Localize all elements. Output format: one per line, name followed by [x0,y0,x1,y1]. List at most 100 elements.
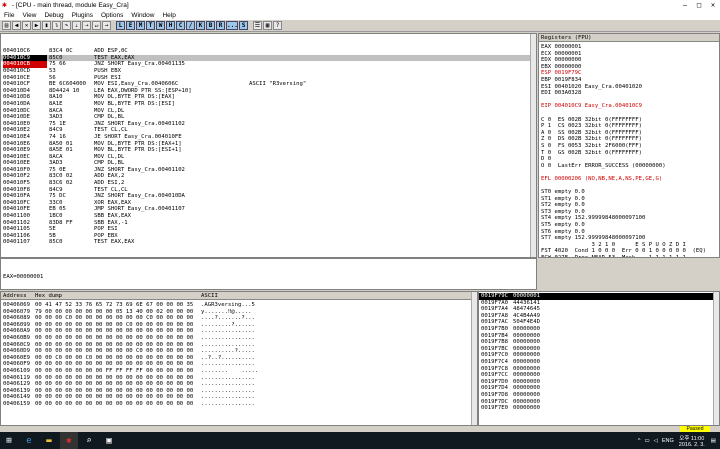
ollydbg-taskbar-icon[interactable]: ✱ [60,432,78,449]
toolbar-btn-handles[interactable]: H [166,21,175,30]
dump-row[interactable]: 00406159 00 00 00 00 00 00 00 00 00 00 00… [1,401,471,408]
register-line[interactable]: T 0 GS 002B 32bit 0(FFFFFFFF) [539,150,719,157]
disasm-row[interactable]: 004010CE 56 PUSH ESI [1,75,536,82]
clock[interactable]: 오후 11:00 2016. 2. 3. [679,434,705,448]
register-line[interactable]: EAX 00000001 [539,44,719,51]
stack-row[interactable]: 0019F7DC 00000000 [479,399,713,406]
goto-icon[interactable]: → [102,21,111,30]
toolbar-btn-log[interactable]: L [116,21,125,30]
stack-row[interactable]: 0019F7A0 44436141 [479,300,713,307]
registers-pane[interactable]: Registers (FPU) EAX 00000001 ECX 00000001… [538,33,720,258]
dump-row[interactable]: 004060F9 00 00 00 00 00 00 00 00 00 00 00… [1,361,471,368]
disasm-row[interactable]: 00401106 5B POP EBX [1,233,536,240]
open-icon[interactable]: ▤ [2,21,11,30]
register-line[interactable]: ST7 empty 152.99999848000097100 [539,235,719,242]
trace-into-icon[interactable]: ⇣ [72,21,81,30]
dump-row[interactable]: 00406119 00 00 00 00 00 00 00 00 00 00 00… [1,375,471,382]
stack-row[interactable]: 0019F79C 00000001 [479,293,713,300]
register-line[interactable]: O 0 LastErr ERROR_SUCCESS (00000000) [539,163,719,170]
dump-row[interactable]: 00406149 00 00 00 00 00 00 00 00 00 00 00… [1,394,471,401]
disasm-row[interactable]: 004010FA 75 DC JNZ SHORT Easy_Cra.004010DA [1,193,536,200]
close-button[interactable]: ✕ [706,0,720,10]
dump-row[interactable]: 00406069 00 41 47 52 33 76 65 72 73 69 6E… [1,302,471,309]
register-line[interactable]: ECX 00000001 [539,51,719,58]
disasm-row[interactable]: 004010F2 83C0 02 ADD EAX,2 [1,173,536,180]
disasm-row[interactable]: 004010D8 8A10 MOV DL,BYTE PTR DS:[EAX] [1,94,536,101]
register-line[interactable]: ESP 0019F79C [539,70,719,77]
menu-debug[interactable]: Debug [44,12,63,19]
stack-row[interactable]: 0019F7A4 48474645 [479,306,713,313]
disasm-row[interactable]: 00401102 83D8 FF SBB EAX,-1 [1,220,536,227]
stack-row[interactable]: 0019F7D8 00000000 [479,392,713,399]
disasm-row[interactable]: 004010F5 83C6 02 ADD ESI,2 [1,180,536,187]
edge-browser-icon[interactable]: e [20,432,38,449]
menu-options[interactable]: Options [101,12,123,19]
dump-row[interactable]: 00406109 00 00 00 00 00 00 00 FF FF FF FF… [1,368,471,375]
trace-over-icon[interactable]: ⇢ [82,21,91,30]
disasm-row[interactable]: 004010CD 53 PUSH EBX [1,68,536,75]
toolbar-btn-source[interactable]: S [239,21,248,30]
dump-header-address[interactable]: Address [3,292,27,300]
dump-row[interactable]: 004060B9 00 00 00 00 00 00 00 00 00 00 00… [1,335,471,342]
register-line[interactable] [539,169,719,176]
dump-row[interactable]: 00406079 79 00 00 00 00 00 00 00 05 13 40… [1,309,471,316]
disasm-row[interactable]: 004010DC 8ACA MOV CL,DL [1,108,536,115]
register-line[interactable]: ESI 00401020 Easy_Cra.00401020 [539,84,719,91]
close-process-icon[interactable]: ✕ [22,21,31,30]
toolbar-btn-modules[interactable]: E [126,21,135,30]
stack-row[interactable]: 0019F7D0 00000000 [479,379,713,386]
disasm-row[interactable]: 004010FC 33C0 XOR EAX,EAX [1,200,536,207]
stack-row[interactable]: 0019F7CC 00000000 [479,372,713,379]
stack-row[interactable]: 0019F7BC 00000000 [479,346,713,353]
disasm-row[interactable]: 004010E9 8A5E 01 MOV BL,BYTE PTR DS:[ESI+1… [1,147,536,154]
register-line[interactable]: EDI 003A0328 [539,90,719,97]
stack-row[interactable]: 0019F7A8 4C4B4A49 [479,313,713,320]
register-line[interactable] [539,182,719,189]
step-into-icon[interactable]: ↴ [52,21,61,30]
toolbar-btn-windows[interactable]: W [156,21,165,30]
dump-row[interactable]: 004060E9 00 00 C0 00 00 C0 00 00 00 00 00… [1,355,471,362]
dump-row[interactable]: 004060C9 00 00 00 00 00 00 00 00 00 00 00… [1,342,471,349]
dump-scrollbar[interactable] [471,292,477,425]
stack-row[interactable]: 0019F7AC 504F4E4D [479,319,713,326]
stack-pane[interactable]: 0019F79C 00000001 0019F7A0 44436141 0019F7A4… [478,291,720,426]
register-line[interactable]: ST5 empty 0.0 [539,222,719,229]
toolbar-btn-threads[interactable]: T [146,21,155,30]
register-line[interactable] [539,110,719,117]
rewind-icon[interactable]: ◀ [12,21,21,30]
disasm-row[interactable]: 004010DA 8A1E MOV BL,BYTE PTR DS:[ESI] [1,101,536,108]
register-line[interactable]: EFL 00000206 (NO,NB,NE,A,NS,PE,GE,G) [539,176,719,183]
disasm-row[interactable]: 00401100 1BC0 SBB EAX,EAX [1,213,536,220]
disasm-row[interactable]: 004010E2 84C9 TEST CL,CL [1,127,536,134]
menu-plugins[interactable]: Plugins [72,12,93,19]
menu-window[interactable]: Window [131,12,154,19]
stack-row[interactable]: 0019F7C0 00000000 [479,352,713,359]
menu-file[interactable]: File [4,12,14,19]
search-icon[interactable]: ⌕ [80,432,98,449]
disasm-row[interactable]: 004010E6 8A50 01 MOV DL,BYTE PTR DS:[EAX+1… [1,141,536,148]
register-line[interactable]: P 1 CS 0023 32bit 0(FFFFFFFF) [539,123,719,130]
dump-row[interactable]: 00406139 00 00 00 00 00 00 00 00 00 00 00… [1,388,471,395]
maximize-button[interactable]: □ [692,0,706,10]
disassembly-pane[interactable]: 004010C6 83C4 0C ADD ESP,0C 004010C9 85C0 TES… [0,33,537,258]
dump-row[interactable]: 00406129 00 00 00 00 00 00 00 00 00 00 00… [1,381,471,388]
toolbar-btn-patches[interactable]: / [186,21,195,30]
execute-till-return-icon[interactable]: ↵ [92,21,101,30]
disasm-row[interactable]: 004010E4 74 16 JE SHORT Easy_Cra.004010FE [1,134,536,141]
disasm-row[interactable]: 004010CB 75 66 JNZ SHORT Easy_Cra.00401135 [1,61,536,68]
register-line[interactable]: EDX 00000000 [539,57,719,64]
register-line[interactable]: Z 0 DS 002B 32bit 0(FFFFFFFF) [539,136,719,143]
app-window-icon[interactable]: ▣ [100,432,118,449]
register-line[interactable]: EBX 00000000 [539,64,719,71]
register-line[interactable]: ST3 empty 0.0 [539,209,719,216]
stack-row[interactable]: 0019F7D4 00000000 [479,385,713,392]
disasm-row[interactable]: 004010EC 8ACA MOV CL,DL [1,154,536,161]
register-line[interactable]: S 0 FS 0053 32bit 2F6000(FFF) [539,143,719,150]
stack-row[interactable]: 0019F7C4 00000000 [479,359,713,366]
stack-row[interactable]: 0019F7B8 00000000 [479,339,713,346]
disasm-row[interactable]: 004010D4 8D4424 10 LEA EAX,DWORD PTR SS:[E… [1,88,536,95]
register-line[interactable]: ST6 empty 0.0 [539,229,719,236]
register-line[interactable]: ST4 empty 152.99999848000097100 [539,215,719,222]
toolbar-btn-references[interactable]: R [216,21,225,30]
register-line[interactable]: FST 4020 Cond 1 0 0 0 Err 0 0 1 0 0 0 0 … [539,248,719,255]
